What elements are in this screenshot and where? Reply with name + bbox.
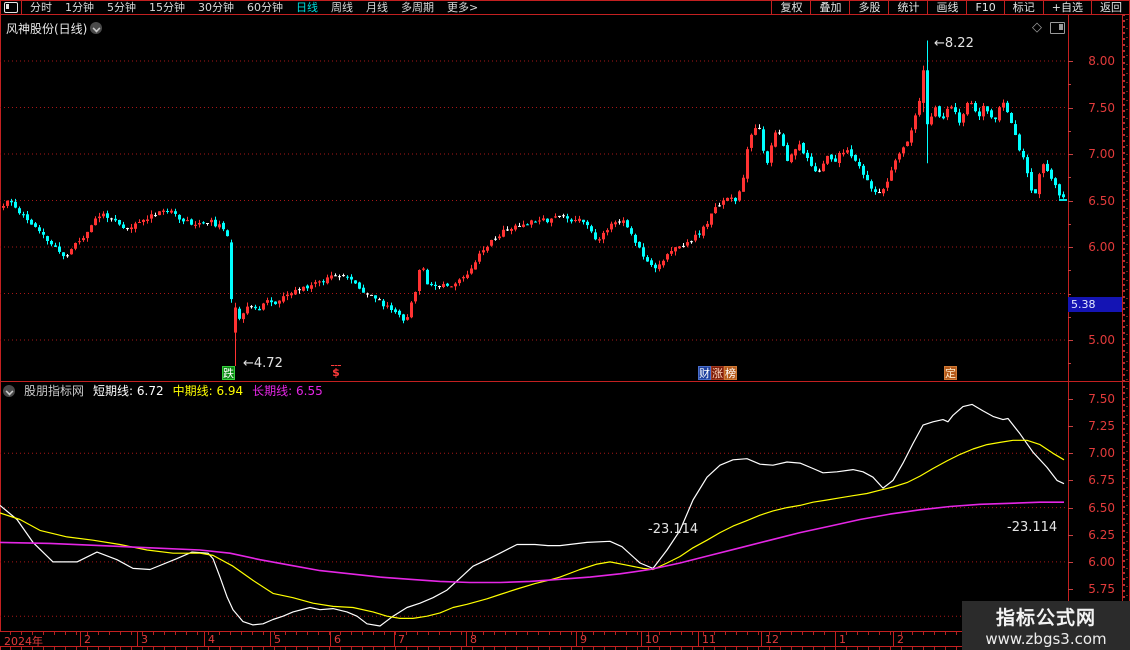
chart-marker-定[interactable]: 定 bbox=[944, 366, 957, 380]
month-label[interactable]: 4 bbox=[208, 633, 215, 646]
legend-短期线: 短期线: 6.72 bbox=[93, 382, 164, 399]
axis-label: 7.25 bbox=[1088, 419, 1115, 433]
axis-label: 6.50 bbox=[1088, 194, 1115, 208]
legend-长期线: 长期线: 6.55 bbox=[252, 382, 323, 399]
month-tick bbox=[80, 632, 81, 646]
chart-canvas[interactable] bbox=[0, 0, 1068, 650]
axis-label: 7.50 bbox=[1088, 392, 1115, 406]
chart-marker-财[interactable]: 财 bbox=[698, 366, 711, 380]
month-tick bbox=[137, 632, 138, 646]
axis-tick bbox=[1068, 399, 1073, 400]
axis-tick bbox=[1068, 61, 1073, 62]
chart-marker-跌[interactable]: 跌 bbox=[222, 366, 235, 380]
month-tick bbox=[893, 632, 894, 646]
last-price-tag: 5.38 bbox=[1068, 297, 1122, 312]
month-tick bbox=[270, 632, 271, 646]
month-label[interactable]: 2 bbox=[897, 633, 904, 646]
month-label[interactable]: 11 bbox=[702, 633, 716, 646]
watermark-url: www.zbgs3.com bbox=[962, 630, 1130, 648]
legend-中期线: 中期线: 6.94 bbox=[173, 382, 244, 399]
chart-marker-$[interactable]: $ bbox=[331, 365, 341, 380]
axis-label: 5.00 bbox=[1088, 333, 1115, 347]
axis-tick bbox=[1068, 154, 1073, 155]
axis-tick bbox=[1068, 317, 1071, 318]
axis-tick bbox=[1068, 177, 1071, 178]
indicator-line-短期线 bbox=[0, 404, 1064, 626]
axis-tick bbox=[1068, 131, 1071, 132]
indicator-legend: 股朋指标网 短期线: 6.72 中期线: 6.94 长期线: 6.55 bbox=[3, 383, 323, 398]
month-tick bbox=[698, 632, 699, 646]
axis-tick bbox=[1068, 363, 1071, 364]
axis-tick bbox=[1068, 84, 1071, 85]
month-label[interactable]: 2 bbox=[84, 633, 91, 646]
axis-tick bbox=[1068, 453, 1073, 454]
month-label[interactable]: 3 bbox=[141, 633, 148, 646]
watermark-title: 指标公式网 bbox=[962, 603, 1130, 630]
month-tick bbox=[204, 632, 205, 646]
axis-tick bbox=[1068, 201, 1073, 202]
axis-label: 7.50 bbox=[1088, 101, 1115, 115]
month-tick bbox=[576, 632, 577, 646]
axis-tick bbox=[1068, 562, 1073, 563]
month-label[interactable]: 12 bbox=[765, 633, 779, 646]
side-mini-pane bbox=[1123, 14, 1129, 650]
trading-app-window: 分时1分钟5分钟15分钟30分钟60分钟日线周线月线多周期更多> 复权叠加多股统… bbox=[0, 0, 1130, 650]
axis-tick bbox=[1068, 224, 1071, 225]
indicator-annotation: -23.114 bbox=[648, 522, 698, 537]
axis-label: 6.75 bbox=[1088, 473, 1115, 487]
toolbar-button-返回[interactable]: 返回 bbox=[1091, 1, 1130, 14]
price-annotation: ←4.72 bbox=[243, 356, 283, 371]
axis-tick bbox=[1068, 535, 1073, 536]
axis-tick bbox=[1068, 108, 1073, 109]
indicator-line-中期线 bbox=[0, 440, 1064, 618]
axis-label: 6.00 bbox=[1088, 555, 1115, 569]
month-label[interactable]: 6 bbox=[334, 633, 341, 646]
price-annotation: ←8.22 bbox=[934, 36, 974, 51]
axis-tick bbox=[1068, 426, 1073, 427]
month-tick bbox=[394, 632, 395, 646]
month-label[interactable]: 7 bbox=[398, 633, 405, 646]
month-label[interactable]: 8 bbox=[470, 633, 477, 646]
axis-label: 5.75 bbox=[1088, 582, 1115, 596]
chart-marker-榜[interactable]: 榜 bbox=[724, 366, 737, 380]
axis-tick bbox=[1068, 480, 1073, 481]
watermark-overlay: 指标公式网 www.zbgs3.com bbox=[962, 601, 1130, 650]
axis-label: 7.00 bbox=[1088, 446, 1115, 460]
indicator-annotation: -23.114 bbox=[1007, 520, 1057, 535]
axis-tick bbox=[1068, 340, 1073, 341]
collapse-indicator-icon[interactable] bbox=[3, 385, 15, 397]
month-tick bbox=[466, 632, 467, 646]
axis-tick bbox=[1068, 508, 1073, 509]
price-axis: 5.38 8.00 7.50 7.00 6.50 6.00 5.00 7.50 7.25 7.0… bbox=[1068, 14, 1122, 646]
month-tick bbox=[330, 632, 331, 646]
month-label[interactable]: 1 bbox=[839, 633, 846, 646]
month-label[interactable]: 5 bbox=[274, 633, 281, 646]
date-axis[interactable]: 2024年2345678910111212 bbox=[0, 632, 1068, 646]
overlay-price-tick bbox=[1059, 199, 1067, 201]
axis-tick bbox=[1068, 294, 1071, 295]
axis-label: 6.00 bbox=[1088, 240, 1115, 254]
axis-label: 6.50 bbox=[1088, 501, 1115, 515]
axis-tick bbox=[1068, 270, 1071, 271]
axis-label: 6.25 bbox=[1088, 528, 1115, 542]
chart-marker-涨[interactable]: 涨 bbox=[711, 366, 724, 380]
month-label[interactable]: 10 bbox=[645, 633, 659, 646]
month-tick bbox=[761, 632, 762, 646]
indicator-line-长期线 bbox=[0, 502, 1064, 582]
month-label[interactable]: 9 bbox=[580, 633, 587, 646]
month-tick bbox=[835, 632, 836, 646]
axis-tick bbox=[1068, 247, 1073, 248]
axis-label: 8.00 bbox=[1088, 54, 1115, 68]
axis-label: 7.00 bbox=[1088, 147, 1115, 161]
month-tick bbox=[641, 632, 642, 646]
axis-tick bbox=[1068, 589, 1073, 590]
indicator-source-label: 股朋指标网 bbox=[24, 382, 84, 399]
